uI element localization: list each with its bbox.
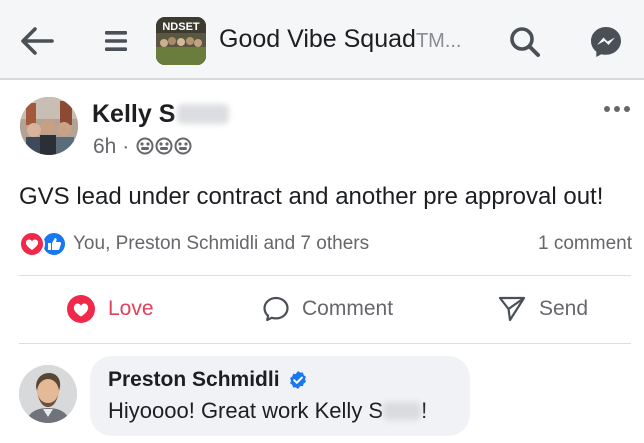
- comment-author[interactable]: Preston Schmidli: [108, 368, 308, 392]
- redacted-name-blur: [383, 402, 422, 420]
- group-thumbnail-image: NDSET: [156, 17, 206, 65]
- comment-button-label: Comment: [302, 297, 394, 320]
- search-icon[interactable]: [508, 25, 542, 59]
- group-thumbnail-text: NDSET: [162, 21, 200, 33]
- send-button-label: Send: [539, 297, 589, 320]
- more-dots-icon[interactable]: [603, 104, 631, 114]
- group-title[interactable]: Good Vibe SquadTM...: [219, 25, 461, 54]
- author-avatar[interactable]: [20, 97, 78, 155]
- reaction-names[interactable]: You, Preston Schmidli and 7 others: [73, 233, 369, 255]
- love-icon: [67, 295, 95, 323]
- top-app-bar: NDSET Good Vibe SquadTM...: [0, 0, 644, 80]
- post-author-name-text: Kelly S: [92, 100, 176, 128]
- group-title-suffix: TM...: [415, 30, 462, 52]
- hamburger-menu-icon[interactable]: [104, 28, 128, 54]
- meta-separator: ·: [122, 135, 130, 158]
- post-time[interactable]: 6h: [93, 135, 116, 158]
- divider: [19, 343, 631, 344]
- group-title-text: Good Vibe Squad: [219, 25, 416, 53]
- commenter-avatar[interactable]: [19, 365, 77, 423]
- send-button[interactable]: Send: [497, 289, 588, 329]
- love-button-label: Love: [108, 297, 154, 320]
- verified-badge-icon: [289, 371, 306, 389]
- comment-author-name: Preston Schmidli: [108, 368, 280, 391]
- comment-count[interactable]: 1 comment: [538, 233, 632, 255]
- comment-text: Hiyoooo! Great work Kelly S!: [108, 398, 427, 424]
- reactions-summary[interactable]: You, Preston Schmidli and 7 others: [19, 231, 369, 257]
- group-members-icon: [136, 137, 192, 155]
- commenter-avatar-image: [19, 365, 77, 423]
- send-icon: [498, 296, 526, 322]
- post-author-name[interactable]: Kelly S: [92, 100, 230, 129]
- comment-text-end: !: [421, 398, 428, 423]
- messenger-icon[interactable]: [589, 25, 623, 59]
- redacted-name-blur: [177, 104, 230, 124]
- comment-bubble[interactable]: Preston Schmidli Hiyoooo! Great work Kel…: [90, 356, 470, 436]
- love-button[interactable]: Love: [66, 289, 154, 329]
- arrow-left-icon[interactable]: [20, 26, 54, 56]
- author-avatar-image: [20, 97, 78, 155]
- divider: [19, 275, 631, 276]
- comment-icon: [263, 296, 289, 322]
- post-text: GVS lead under contract and another pre …: [19, 183, 604, 210]
- comment-button[interactable]: Comment: [262, 289, 393, 329]
- post-meta: 6h ·: [93, 135, 193, 159]
- group-thumbnail[interactable]: NDSET: [156, 17, 206, 65]
- comment-text-main: Hiyoooo! Great work Kelly S: [108, 398, 384, 423]
- love-reaction-icon: [19, 231, 45, 257]
